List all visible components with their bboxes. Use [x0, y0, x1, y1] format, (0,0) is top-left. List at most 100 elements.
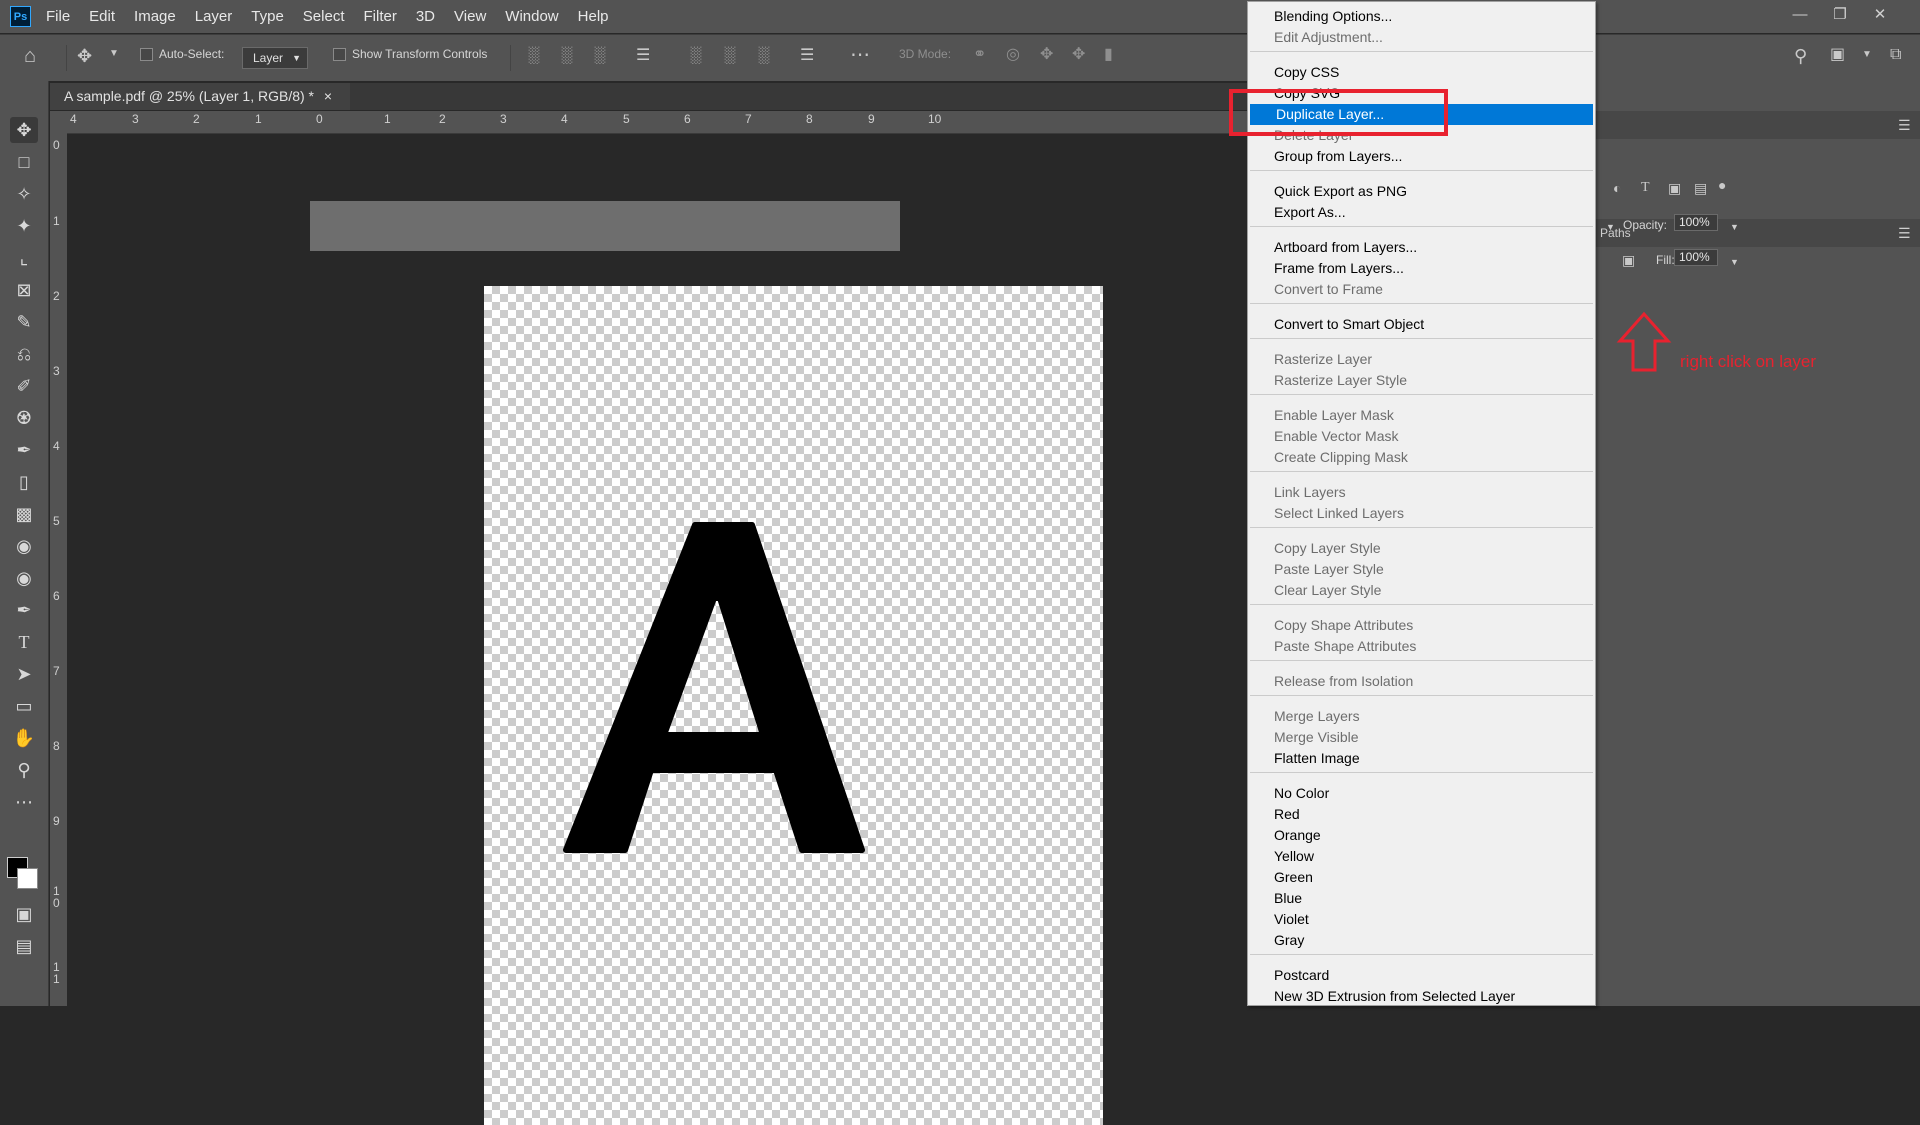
document-tab[interactable]: A sample.pdf @ 25% (Layer 1, RGB/8) * × — [50, 83, 350, 110]
path-selection-icon[interactable]: ➤ — [10, 661, 38, 687]
menu-item-orange[interactable]: Orange — [1248, 825, 1595, 846]
align-right-icon[interactable]: ░ — [594, 48, 605, 64]
move-tool-icon[interactable]: ✥ — [77, 47, 92, 65]
distribute-icon[interactable]: ☰ — [636, 48, 650, 64]
menu-item-quick-export-as-png[interactable]: Quick Export as PNG — [1248, 181, 1595, 202]
blur-tool-icon[interactable]: ◉ — [10, 533, 38, 559]
menu-layer[interactable]: Layer — [195, 8, 233, 25]
menu-item-green[interactable]: Green — [1248, 867, 1595, 888]
photoshop-logo[interactable]: Ps — [10, 6, 31, 27]
filter-toggle-icon[interactable]: ● — [1718, 178, 1726, 192]
menu-select[interactable]: Select — [303, 8, 345, 25]
menu-item-convert-to-smart-object[interactable]: Convert to Smart Object — [1248, 314, 1595, 335]
eyedropper-icon[interactable]: ✎ — [10, 309, 38, 335]
menu-item-export-as[interactable]: Export As... — [1248, 202, 1595, 223]
edit-toolbar-icon[interactable]: ⋯ — [10, 789, 38, 815]
align-top-icon[interactable]: ░ — [690, 48, 701, 64]
align-center-icon[interactable]: ░ — [561, 48, 572, 64]
align-middle-icon[interactable]: ░ — [724, 48, 735, 64]
menu-item-blue[interactable]: Blue — [1248, 888, 1595, 909]
rectangle-tool-icon[interactable]: ▭ — [10, 693, 38, 719]
chevron-down-icon[interactable]: ▼ — [1730, 222, 1739, 232]
menu-window[interactable]: Window — [505, 8, 558, 25]
opacity-value[interactable]: 100% — [1674, 214, 1718, 231]
chevron-down-icon[interactable]: ▼ — [109, 49, 119, 59]
lock-icon[interactable]: ▣ — [1622, 253, 1635, 267]
align-bottom-icon[interactable]: ░ — [758, 48, 769, 64]
minimize-icon[interactable]: — — [1780, 0, 1820, 28]
eraser-tool-icon[interactable]: ▯ — [10, 469, 38, 495]
panel-menu-icon[interactable]: ☰ — [1898, 225, 1911, 242]
chevron-down-icon[interactable]: ▼ — [1862, 50, 1872, 60]
auto-select-dropdown[interactable]: Layer ▼ — [242, 47, 308, 69]
search-icon[interactable]: ⚲ — [1794, 47, 1807, 65]
menu-item-postcard[interactable]: Postcard — [1248, 965, 1595, 986]
shape-filter-icon[interactable]: ▣ — [1668, 181, 1681, 195]
menu-filter[interactable]: Filter — [364, 8, 397, 25]
horizontal-ruler[interactable]: 4 3 2 1 0 1 2 3 4 5 6 7 8 9 10 — [67, 111, 1248, 134]
menu-item-frame-from-layers[interactable]: Frame from Layers... — [1248, 258, 1595, 279]
show-transform-checkbox[interactable]: Show Transform Controls — [333, 47, 487, 62]
menu-item-blending-options[interactable]: Blending Options... — [1248, 6, 1595, 27]
healing-brush-icon[interactable]: ⎌ — [10, 341, 38, 367]
panel-menu-icon[interactable]: ☰ — [1898, 117, 1911, 134]
screen-mode-icon[interactable]: ▤ — [10, 933, 38, 959]
smart-object-filter-icon[interactable]: ▤ — [1694, 181, 1707, 195]
crop-tool-icon[interactable]: ⌞ — [10, 245, 38, 271]
menu-type[interactable]: Type — [251, 8, 284, 25]
menu-item-violet[interactable]: Violet — [1248, 909, 1595, 930]
frame-tool-icon[interactable]: ⊠ — [10, 277, 38, 303]
menu-item-red[interactable]: Red — [1248, 804, 1595, 825]
canvas-area[interactable]: A — [67, 134, 1248, 1125]
more-options-icon[interactable]: ⋯ — [850, 45, 870, 65]
distribute-vertical-icon[interactable]: ☰ — [800, 48, 814, 64]
stamp-tool-icon[interactable]: ♼ — [10, 405, 38, 431]
type-tool-icon[interactable]: T — [10, 629, 38, 655]
menu-item-copy-css[interactable]: Copy CSS — [1248, 62, 1595, 83]
document-canvas[interactable]: A — [484, 286, 1103, 1125]
align-left-icon[interactable]: ░ — [528, 48, 539, 64]
gradient-tool-icon[interactable]: ▩ — [10, 501, 38, 527]
pen-tool-icon[interactable]: ✒ — [10, 597, 38, 623]
menu-image[interactable]: Image — [134, 8, 176, 25]
menu-item-flatten-image[interactable]: Flatten Image — [1248, 748, 1595, 769]
menu-item-group-from-layers[interactable]: Group from Layers... — [1248, 146, 1595, 167]
home-icon[interactable]: ⌂ — [24, 46, 36, 66]
menu-item-gray[interactable]: Gray — [1248, 930, 1595, 951]
auto-select-checkbox[interactable]: Auto-Select: — [140, 47, 224, 62]
menu-item-yellow[interactable]: Yellow — [1248, 846, 1595, 867]
menu-item-new-3d-extrusion-from-selected-layer[interactable]: New 3D Extrusion from Selected Layer — [1248, 986, 1595, 1007]
adjustment-filter-icon[interactable]: ◐ — [1613, 181, 1621, 195]
menu-3d[interactable]: 3D — [416, 8, 435, 25]
brush-tool-icon[interactable]: ✐ — [10, 373, 38, 399]
restore-icon[interactable]: ❐ — [1820, 0, 1860, 28]
marquee-tool-icon[interactable]: □ — [10, 149, 38, 175]
close-window-icon[interactable]: ✕ — [1860, 0, 1900, 28]
menu-item-no-color[interactable]: No Color — [1248, 783, 1595, 804]
workspace-icon[interactable]: ▣ — [1830, 47, 1845, 63]
history-brush-icon[interactable]: ✒ — [10, 437, 38, 463]
background-color-swatch[interactable] — [17, 868, 38, 889]
menu-edit[interactable]: Edit — [89, 8, 115, 25]
fill-value[interactable]: 100% — [1674, 249, 1718, 266]
magic-wand-icon[interactable]: ✦ — [10, 213, 38, 239]
menu-file[interactable]: File — [46, 8, 70, 25]
dodge-tool-icon[interactable]: ◉ — [10, 565, 38, 591]
type-filter-icon[interactable]: T — [1641, 181, 1650, 195]
share-icon[interactable]: ⧉ — [1890, 47, 1901, 63]
divider — [66, 45, 67, 71]
hand-tool-icon[interactable]: ✋ — [10, 725, 38, 751]
quick-mask-icon[interactable]: ▣ — [10, 901, 38, 927]
chevron-down-icon[interactable]: ▼ — [1606, 222, 1615, 232]
menu-help[interactable]: Help — [578, 8, 609, 25]
lasso-tool-icon[interactable]: ✧ — [10, 181, 38, 207]
menu-view[interactable]: View — [454, 8, 486, 25]
chevron-down-icon[interactable]: ▼ — [1730, 257, 1739, 267]
move-tool-icon[interactable]: ✥ — [10, 117, 38, 143]
close-tab-icon[interactable]: × — [324, 88, 332, 104]
menu-item-artboard-from-layers[interactable]: Artboard from Layers... — [1248, 237, 1595, 258]
layer-row-selected[interactable] — [310, 201, 900, 251]
zoom-tool-icon[interactable]: ⚲ — [10, 757, 38, 783]
vertical-ruler[interactable]: 0 1 2 3 4 5 6 7 8 9 1 0 1 1 — [50, 133, 67, 1006]
letter-a-layer[interactable]: A — [484, 286, 1103, 1125]
